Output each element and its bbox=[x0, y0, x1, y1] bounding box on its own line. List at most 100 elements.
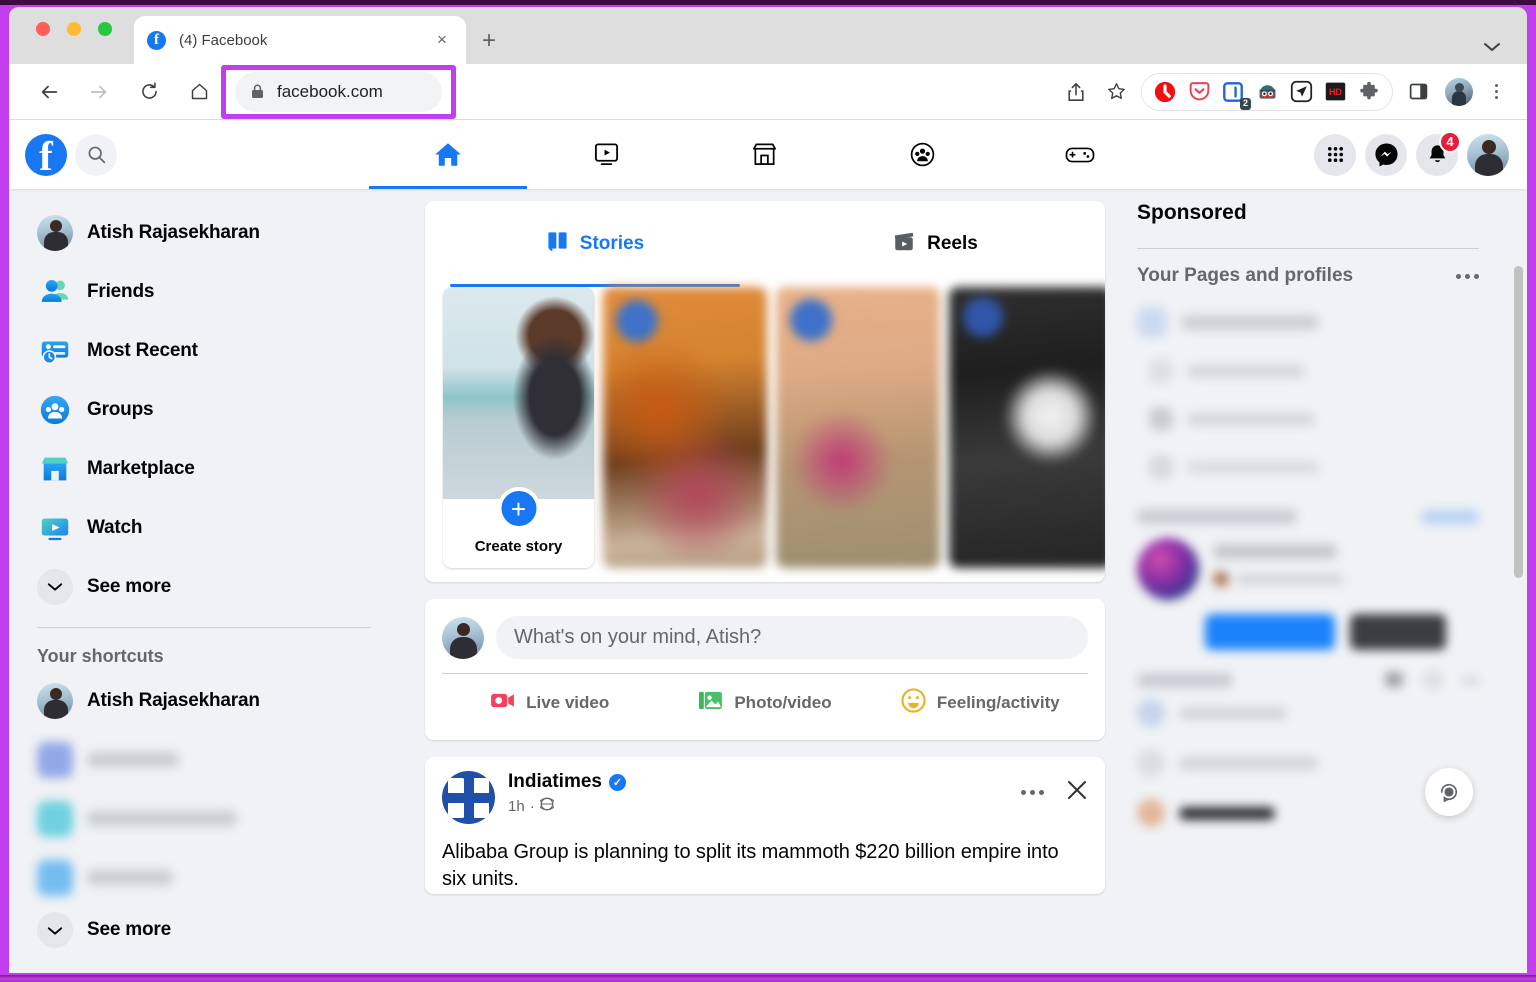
shortcut-item-profile[interactable]: Atish Rajasekharan bbox=[25, 671, 383, 730]
post-composer-card: What's on your mind, Atish? Live video P… bbox=[425, 599, 1105, 740]
feeling-activity-label: Feeling/activity bbox=[936, 692, 1060, 712]
list-item[interactable] bbox=[1129, 347, 1487, 395]
sidebar-item-groups[interactable]: Groups bbox=[25, 380, 383, 439]
nav-tab-groups[interactable] bbox=[843, 120, 1001, 189]
nav-tab-gaming[interactable] bbox=[1001, 120, 1159, 189]
composer-actions: Live video Photo/video Feeling/activity bbox=[442, 674, 1088, 731]
address-bar[interactable]: facebook.com bbox=[235, 71, 442, 112]
list-item[interactable] bbox=[1129, 688, 1487, 738]
chrome-menu-icon[interactable] bbox=[1483, 84, 1509, 99]
menu-grid-icon[interactable] bbox=[1314, 133, 1356, 176]
back-arrow-icon[interactable] bbox=[31, 74, 67, 110]
sidebar-item-label: See more bbox=[87, 575, 171, 597]
delete-button[interactable] bbox=[1350, 614, 1446, 650]
side-panel-icon[interactable] bbox=[1401, 75, 1435, 109]
scrollbar-thumb[interactable] bbox=[1514, 266, 1523, 578]
sidebar-item-watch[interactable]: Watch bbox=[25, 498, 383, 557]
reload-icon[interactable] bbox=[131, 74, 167, 110]
create-story-label: Create story bbox=[474, 538, 563, 555]
see-all-link[interactable] bbox=[1421, 509, 1479, 524]
tab-stories[interactable]: Stories bbox=[425, 201, 765, 287]
sidebar-item-label: Atish Rajasekharan bbox=[87, 221, 260, 243]
nav-tab-watch[interactable] bbox=[527, 120, 685, 189]
bookmark-star-icon[interactable] bbox=[1099, 75, 1133, 109]
blurred-pages-list bbox=[1129, 287, 1487, 491]
browser-profile-avatar[interactable] bbox=[1445, 77, 1473, 106]
shortcut-icon bbox=[37, 859, 73, 896]
new-message-icon[interactable] bbox=[1385, 672, 1403, 687]
photo-video-button[interactable]: Photo/video bbox=[657, 690, 872, 716]
stories-card: Stories Reels + Create story bbox=[425, 201, 1105, 582]
page-scrollbar[interactable] bbox=[1512, 258, 1524, 973]
tab-manager-extension-icon[interactable]: 2 bbox=[1216, 75, 1251, 110]
shortcut-item-blurred[interactable] bbox=[25, 848, 383, 907]
tab-reels[interactable]: Reels bbox=[765, 201, 1105, 287]
shortcut-item-blurred[interactable] bbox=[25, 789, 383, 848]
nav-tab-marketplace[interactable] bbox=[685, 120, 843, 189]
sidebar-item-friends[interactable]: Friends bbox=[25, 262, 383, 321]
share-icon[interactable] bbox=[1059, 75, 1093, 109]
feeling-activity-icon bbox=[901, 687, 926, 718]
stories-reels-tabs: Stories Reels bbox=[425, 201, 1105, 287]
story-thumbnail-1[interactable] bbox=[603, 287, 767, 568]
contacts-search-icon[interactable] bbox=[1425, 672, 1441, 688]
close-tab-button[interactable]: × bbox=[431, 29, 453, 51]
browser-tab[interactable]: f (4) Facebook × bbox=[134, 16, 466, 64]
composer-avatar[interactable] bbox=[442, 616, 484, 659]
create-story-plus-icon[interactable]: + bbox=[497, 487, 540, 530]
friend-requests-section bbox=[1129, 491, 1487, 650]
confirm-button[interactable] bbox=[1205, 614, 1335, 650]
maximize-window-button[interactable] bbox=[98, 22, 112, 36]
character-extension-icon[interactable] bbox=[1250, 75, 1284, 109]
sidebar-item-most-recent[interactable]: Most Recent bbox=[25, 321, 383, 380]
sidebar-item-see-more[interactable]: See more bbox=[25, 557, 383, 616]
close-window-button[interactable] bbox=[36, 22, 50, 36]
post-time: 1h bbox=[508, 797, 525, 815]
sidebar-item-marketplace[interactable]: Marketplace bbox=[25, 439, 383, 498]
indiatimes-page-logo[interactable] bbox=[442, 771, 495, 824]
hd-extension-icon[interactable]: HD bbox=[1318, 75, 1352, 109]
nav-tab-home[interactable] bbox=[369, 120, 527, 189]
new-message-fab[interactable] bbox=[1425, 768, 1473, 816]
list-item[interactable] bbox=[1129, 297, 1487, 347]
create-story-photo bbox=[443, 287, 594, 499]
minimize-window-button[interactable] bbox=[67, 22, 81, 36]
adblock-extension-icon[interactable] bbox=[1148, 75, 1182, 109]
story-thumbnail-2[interactable] bbox=[776, 287, 940, 568]
chevron-down-icon[interactable] bbox=[1483, 40, 1501, 52]
page-label bbox=[1181, 314, 1319, 330]
more-options-icon[interactable] bbox=[1456, 273, 1479, 279]
live-video-button[interactable]: Live video bbox=[442, 691, 657, 715]
messenger-icon[interactable] bbox=[1365, 133, 1407, 176]
pages-and-profiles-heading: Your Pages and profiles bbox=[1137, 265, 1354, 286]
shortcut-label: Atish Rajasekharan bbox=[87, 689, 260, 711]
account-avatar[interactable] bbox=[1467, 133, 1509, 176]
shortcut-label bbox=[87, 870, 173, 885]
page-icon bbox=[1137, 307, 1167, 337]
feeling-activity-button[interactable]: Feeling/activity bbox=[873, 687, 1088, 718]
post-author-name[interactable]: Indiatimes bbox=[508, 771, 602, 793]
send-extension-icon[interactable] bbox=[1284, 75, 1318, 109]
story-thumbnail-3[interactable] bbox=[949, 287, 1105, 568]
shortcut-item-blurred[interactable] bbox=[25, 730, 383, 789]
contact-avatar bbox=[1137, 749, 1165, 777]
new-tab-button[interactable]: + bbox=[482, 29, 496, 53]
sidebar-item-see-more-bottom[interactable]: See more bbox=[25, 907, 383, 953]
close-icon[interactable] bbox=[1066, 779, 1088, 805]
contacts-options-icon[interactable] bbox=[1463, 678, 1479, 683]
contact-name bbox=[1179, 706, 1287, 720]
contact-name bbox=[1179, 756, 1319, 770]
search-icon[interactable] bbox=[75, 133, 117, 176]
sidebar-item-profile[interactable]: Atish Rajasekharan bbox=[25, 203, 383, 262]
facebook-logo[interactable]: f bbox=[25, 133, 67, 176]
notifications-bell-icon[interactable]: 4 bbox=[1416, 130, 1461, 176]
list-item[interactable] bbox=[1129, 395, 1487, 443]
pocket-extension-icon[interactable] bbox=[1182, 75, 1216, 109]
more-options-icon[interactable] bbox=[1021, 789, 1044, 795]
home-icon[interactable] bbox=[181, 74, 217, 110]
composer-input[interactable]: What's on your mind, Atish? bbox=[496, 616, 1088, 659]
list-item[interactable] bbox=[1129, 443, 1487, 491]
post-header-actions bbox=[1021, 771, 1088, 805]
create-story-card[interactable]: + Create story bbox=[443, 287, 594, 568]
puzzle-extensions-icon[interactable] bbox=[1352, 75, 1386, 109]
